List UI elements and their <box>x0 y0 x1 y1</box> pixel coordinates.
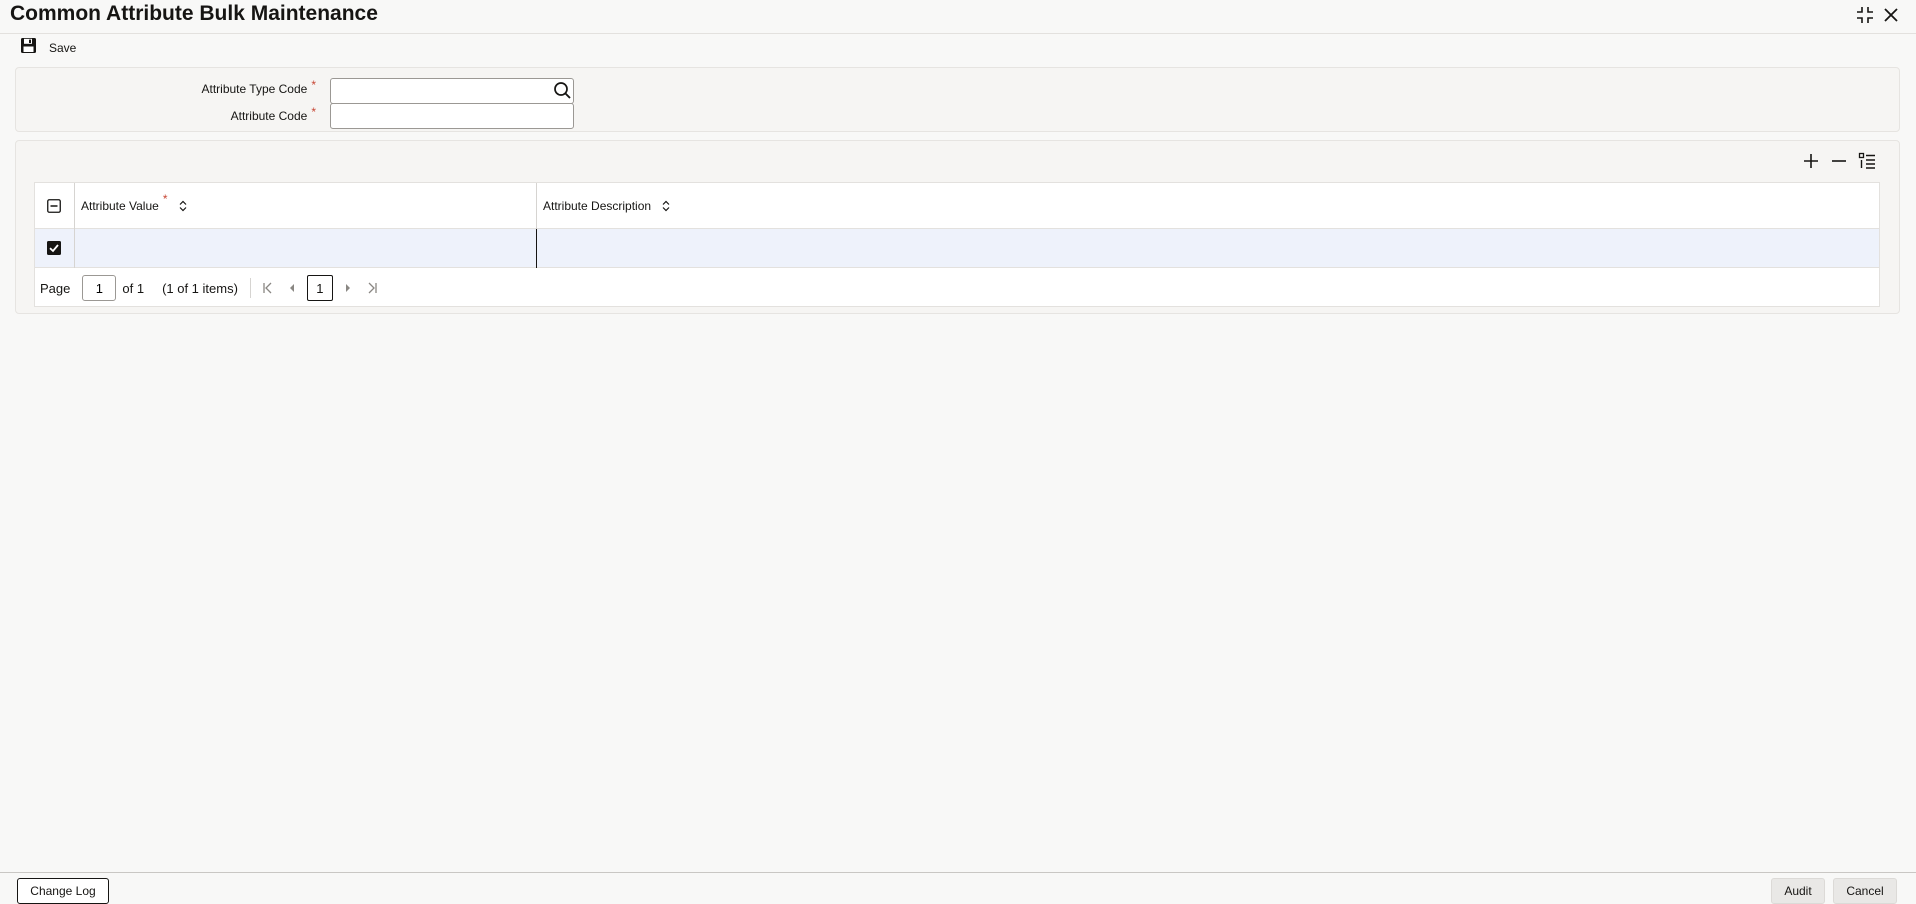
page-label: Page <box>40 280 71 296</box>
row-checkbox[interactable] <box>47 241 61 255</box>
required-marker: * <box>311 78 316 92</box>
first-page-icon[interactable] <box>259 278 277 298</box>
save-button[interactable]: Save <box>20 37 76 59</box>
close-icon[interactable] <box>1880 4 1902 26</box>
last-page-icon[interactable] <box>363 278 381 298</box>
attribute-code-label: Attribute Code * <box>16 105 316 123</box>
column-header-label: Attribute Value <box>81 199 159 213</box>
minus-icon[interactable] <box>1829 151 1849 171</box>
audit-button[interactable]: Audit <box>1771 878 1825 904</box>
attribute-code-input[interactable] <box>330 103 574 129</box>
column-header-attribute-description[interactable]: Attribute Description <box>543 183 671 229</box>
app-window: Common Attribute Bulk Maintenance Save A… <box>0 0 1916 904</box>
list-view-icon[interactable] <box>1857 151 1877 171</box>
form-panel: Attribute Type Code * Attribute Code * <box>15 67 1900 132</box>
page-count-text: of 1 <box>122 280 145 296</box>
attribute-type-code-label-text: Attribute Type Code <box>201 82 308 96</box>
sort-icon[interactable] <box>661 200 671 212</box>
grid-toolbar <box>1801 151 1877 171</box>
attribute-table: Attribute Value* Attribute Description <box>34 182 1880 307</box>
floppy-disk-icon <box>20 37 37 59</box>
table-row[interactable] <box>35 229 1879 268</box>
page-title: Common Attribute Bulk Maintenance <box>10 2 378 25</box>
column-header-attribute-value[interactable]: Attribute Value * <box>81 183 188 229</box>
title-bar: Common Attribute Bulk Maintenance <box>0 0 1916 34</box>
select-all-checkbox[interactable] <box>47 199 61 213</box>
search-icon[interactable] <box>553 81 572 105</box>
change-log-button[interactable]: Change Log <box>17 878 109 904</box>
current-page-button[interactable]: 1 <box>306 275 333 301</box>
previous-page-icon[interactable] <box>283 278 301 298</box>
items-count-text: (1 of 1 items) <box>162 280 238 296</box>
attribute-type-code-input[interactable] <box>330 78 574 104</box>
table-header: Attribute Value * Attribute Description <box>35 183 1879 229</box>
plus-icon[interactable] <box>1801 151 1821 171</box>
attribute-type-code-label: Attribute Type Code * <box>16 78 316 96</box>
next-page-icon[interactable] <box>339 278 357 298</box>
pager-divider <box>249 278 251 298</box>
column-divider <box>536 183 537 229</box>
column-header-label: Attribute Description <box>543 199 652 213</box>
column-divider <box>74 183 75 229</box>
sort-icon[interactable] <box>178 200 188 212</box>
column-divider <box>536 229 537 268</box>
toolbar: Save <box>20 38 76 58</box>
grid-panel: Attribute Value* Attribute Description <box>15 140 1900 314</box>
cancel-button[interactable]: Cancel <box>1833 878 1897 904</box>
page-number-input[interactable] <box>82 275 117 301</box>
save-label: Save <box>49 41 77 55</box>
column-divider <box>74 229 75 268</box>
collapse-icon[interactable] <box>1854 4 1876 26</box>
attribute-code-label-text: Attribute Code <box>230 109 308 123</box>
required-marker: * <box>162 192 168 206</box>
pagination-bar: Page of 1 (1 of 1 items) 1 <box>35 269 1879 307</box>
required-marker: * <box>311 105 316 119</box>
footer-bar: Change Log Audit Cancel <box>0 872 1916 904</box>
